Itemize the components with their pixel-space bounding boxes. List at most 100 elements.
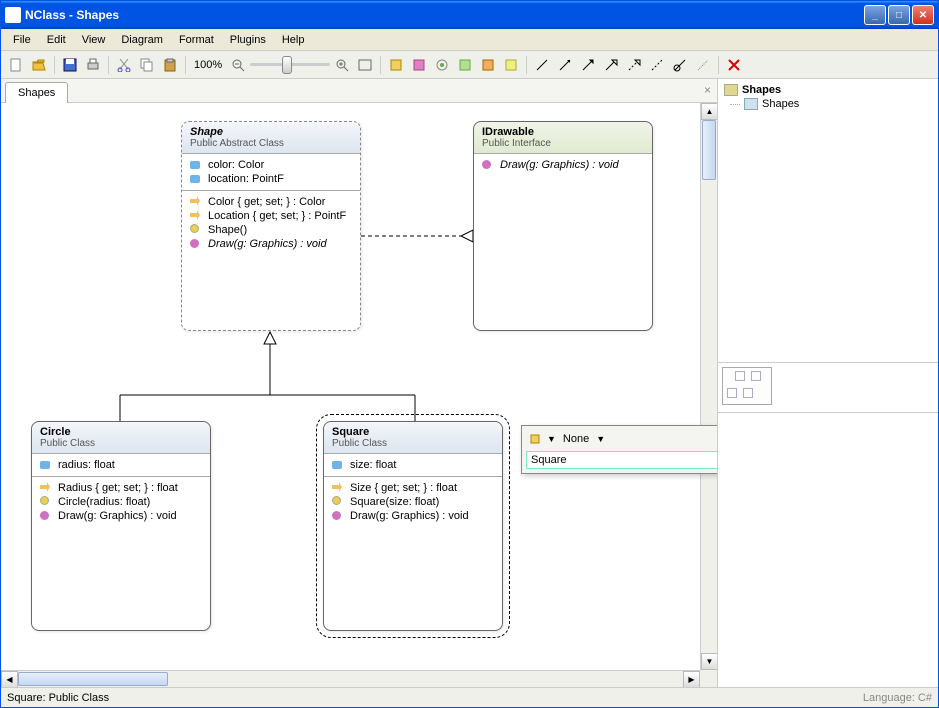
- zoom-label: 100%: [190, 59, 226, 71]
- status-text: Square: Public Class: [7, 692, 109, 704]
- rel-composition-button[interactable]: [554, 54, 576, 76]
- field-row[interactable]: color: Color: [184, 158, 358, 172]
- minimap[interactable]: [722, 367, 772, 405]
- method-row[interactable]: Square(size: float): [326, 495, 500, 509]
- status-language: Language: C#: [863, 692, 932, 704]
- zoom-fit-button[interactable]: [354, 54, 376, 76]
- method-icon: [482, 159, 496, 171]
- menu-file[interactable]: File: [5, 31, 39, 49]
- menu-view[interactable]: View: [74, 31, 114, 49]
- property-icon: [190, 196, 204, 208]
- class-stereotype: Public Abstract Class: [190, 138, 352, 149]
- method-row[interactable]: Location { get; set; } : PointF: [184, 209, 358, 223]
- field-row[interactable]: radius: float: [34, 458, 208, 472]
- class-name: Circle: [40, 426, 202, 438]
- add-class-button[interactable]: [385, 54, 407, 76]
- class-editor-popup[interactable]: ▼ None ▼ + ▼ + AZ: [521, 425, 717, 474]
- method-row[interactable]: Circle(radius: float): [34, 495, 208, 509]
- toolbar: 100%: [1, 51, 938, 79]
- method-row[interactable]: Draw(g: Graphics) : void: [476, 158, 650, 172]
- field-icon: [332, 459, 346, 471]
- zoom-out-button[interactable]: [227, 54, 249, 76]
- method-row[interactable]: Draw(g: Graphics) : void: [326, 509, 500, 523]
- menu-format[interactable]: Format: [171, 31, 222, 49]
- tab-close-button[interactable]: ×: [704, 83, 711, 97]
- rel-dependency-button[interactable]: [646, 54, 668, 76]
- rel-association-button[interactable]: [531, 54, 553, 76]
- rel-nesting-button[interactable]: [669, 54, 691, 76]
- menu-help[interactable]: Help: [274, 31, 313, 49]
- minimap-panel: [718, 363, 938, 413]
- constructor-icon: [40, 496, 54, 508]
- class-stereotype: Public Class: [40, 438, 202, 449]
- zoom-slider[interactable]: [250, 56, 330, 74]
- method-row[interactable]: Draw(g: Graphics) : void: [34, 509, 208, 523]
- close-button[interactable]: ✕: [912, 5, 934, 25]
- add-enum-button[interactable]: [454, 54, 476, 76]
- scroll-right-button[interactable]: ▶: [683, 671, 700, 687]
- app-window: NClass - Shapes _ □ ✕ File Edit View Dia…: [0, 0, 939, 708]
- rel-generalization-button[interactable]: [600, 54, 622, 76]
- add-delegate-button[interactable]: [477, 54, 499, 76]
- window-title: NClass - Shapes: [25, 8, 864, 22]
- dropdown-arrow-icon: ▼: [547, 434, 556, 444]
- horizontal-scrollbar[interactable]: ◀ ▶: [1, 670, 700, 687]
- field-row[interactable]: location: PointF: [184, 172, 358, 186]
- save-button[interactable]: [59, 54, 81, 76]
- maximize-button[interactable]: □: [888, 5, 910, 25]
- constructor-icon: [190, 224, 204, 236]
- zoom-in-button[interactable]: [331, 54, 353, 76]
- vertical-scrollbar[interactable]: ▲ ▼: [700, 103, 717, 670]
- menu-diagram[interactable]: Diagram: [113, 31, 171, 49]
- project-tree[interactable]: Shapes Shapes: [718, 79, 938, 363]
- scroll-left-button[interactable]: ◀: [1, 671, 18, 687]
- class-circle[interactable]: Circle Public Class radius: float Radius…: [31, 421, 211, 631]
- access-label[interactable]: None: [559, 433, 593, 445]
- print-button[interactable]: [82, 54, 104, 76]
- class-name-input[interactable]: [526, 451, 717, 469]
- tab-label: Shapes: [18, 87, 55, 99]
- scroll-down-button[interactable]: ▼: [701, 653, 717, 670]
- method-row[interactable]: Draw(g: Graphics) : void: [184, 237, 358, 251]
- minimize-button[interactable]: _: [864, 5, 886, 25]
- paste-button[interactable]: [159, 54, 181, 76]
- open-button[interactable]: [28, 54, 50, 76]
- tab-shapes[interactable]: Shapes: [5, 82, 68, 103]
- new-button[interactable]: [5, 54, 27, 76]
- method-row[interactable]: Radius { get; set; } : float: [34, 481, 208, 495]
- method-icon: [190, 238, 204, 250]
- dropdown-arrow-icon: ▼: [596, 434, 605, 444]
- class-stereotype: Public Interface: [482, 138, 644, 149]
- rel-aggregation-button[interactable]: [577, 54, 599, 76]
- class-shape[interactable]: Shape Public Abstract Class color: Color…: [181, 121, 361, 331]
- class-idrawable[interactable]: IDrawable Public Interface Draw(g: Graph…: [473, 121, 653, 331]
- add-interface-button[interactable]: [431, 54, 453, 76]
- diagram-icon: [744, 98, 758, 110]
- rel-comment-button[interactable]: [692, 54, 714, 76]
- statusbar: Square: Public Class Language: C#: [1, 687, 938, 707]
- tree-child[interactable]: Shapes: [722, 97, 934, 111]
- tree-root[interactable]: Shapes: [722, 83, 934, 97]
- method-row[interactable]: Shape(): [184, 223, 358, 237]
- tree-child-label: Shapes: [762, 98, 799, 110]
- cut-button[interactable]: [113, 54, 135, 76]
- field-row[interactable]: size: float: [326, 458, 500, 472]
- add-comment-button[interactable]: [500, 54, 522, 76]
- scroll-thumb-h[interactable]: [18, 672, 168, 686]
- method-row[interactable]: Color { get; set; } : Color: [184, 195, 358, 209]
- rel-realization-button[interactable]: [623, 54, 645, 76]
- delete-button[interactable]: [723, 54, 745, 76]
- canvas[interactable]: Shape Public Abstract Class color: Color…: [1, 103, 717, 687]
- access-icon[interactable]: [526, 430, 544, 448]
- method-row[interactable]: Size { get; set; } : float: [326, 481, 500, 495]
- menu-plugins[interactable]: Plugins: [222, 31, 274, 49]
- scroll-up-button[interactable]: ▲: [701, 103, 717, 120]
- property-icon: [332, 482, 346, 494]
- titlebar[interactable]: NClass - Shapes _ □ ✕: [1, 1, 938, 29]
- copy-button[interactable]: [136, 54, 158, 76]
- add-struct-button[interactable]: [408, 54, 430, 76]
- class-square[interactable]: Square Public Class size: float Size { g…: [323, 421, 503, 631]
- scroll-thumb-v[interactable]: [702, 120, 716, 180]
- constructor-icon: [332, 496, 346, 508]
- menu-edit[interactable]: Edit: [39, 31, 74, 49]
